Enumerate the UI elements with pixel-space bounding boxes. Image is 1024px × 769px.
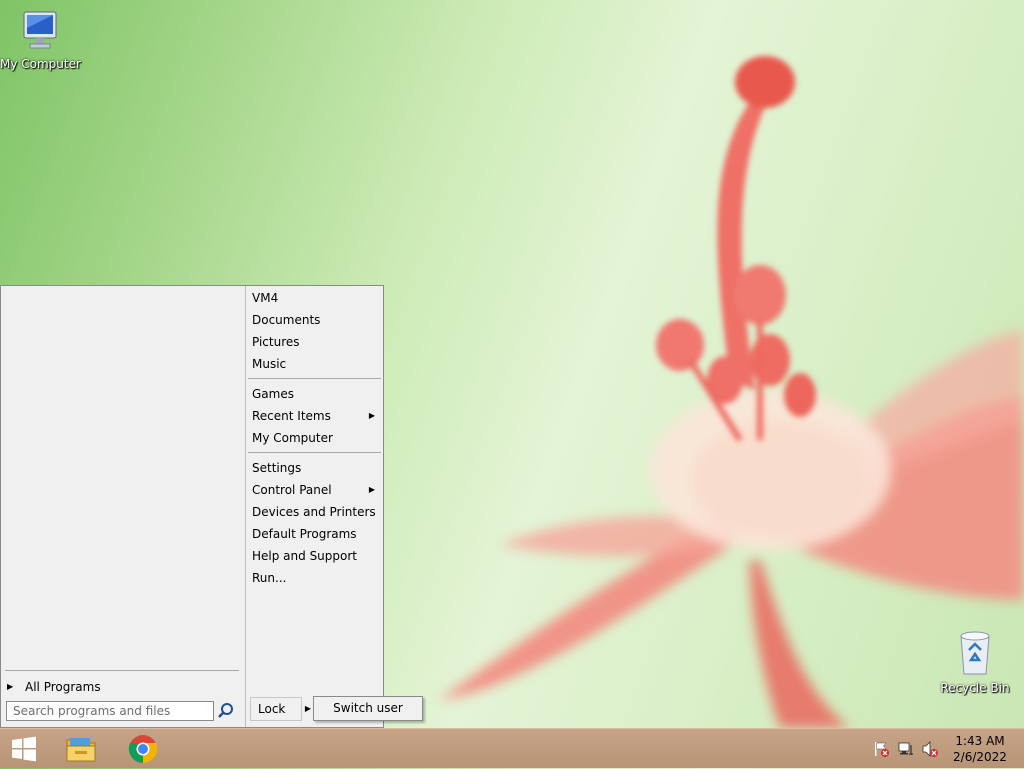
menu-item-label: Recent Items <box>252 409 331 423</box>
menu-item-label: VM4 <box>252 291 279 305</box>
start-menu-programs-pane: ▶ All Programs <box>1 286 246 727</box>
desktop-icon-recycle-bin[interactable]: Recycle Bin <box>935 630 1015 695</box>
taskbar: 1:43 AM 2/6/2022 <box>0 728 1024 768</box>
menu-item-help-and-support[interactable]: Help and Support <box>246 545 381 567</box>
submenu-arrow-icon: ▶ <box>368 411 375 420</box>
taskbar-clock[interactable]: 1:43 AM 2/6/2022 <box>936 733 1024 765</box>
divider <box>248 452 381 453</box>
menu-item-pictures[interactable]: Pictures <box>246 331 381 353</box>
desktop-icon-my-computer[interactable]: My Computer <box>0 8 81 71</box>
recycle-bin-icon <box>960 631 990 675</box>
switch-user-button[interactable]: Switch user <box>313 696 423 721</box>
menu-item-label: Documents <box>252 313 321 327</box>
menu-item-my-computer[interactable]: My Computer <box>246 427 381 449</box>
start-menu-places-pane: VM4 Documents Pictures Music Games Recen… <box>246 286 383 727</box>
network-icon[interactable] <box>895 729 917 769</box>
menu-item-recent-items[interactable]: Recent Items ▶ <box>246 405 381 427</box>
all-programs-item[interactable]: ▶ All Programs <box>5 676 239 698</box>
folder-icon <box>66 738 96 762</box>
triangle-right-icon: ▶ <box>304 704 312 713</box>
divider <box>5 670 239 671</box>
menu-item-label: Music <box>252 357 287 371</box>
windows-logo-icon <box>12 736 36 762</box>
lock-button[interactable]: Lock <box>250 697 302 721</box>
divider <box>248 378 381 379</box>
menu-item-label: Run... <box>252 571 287 585</box>
clock-time: 1:43 AM <box>955 734 1005 748</box>
start-menu: ▶ All Programs VM4 Documents Pictures Mu… <box>0 285 384 728</box>
menu-item-label: Games <box>252 387 294 401</box>
menu-item-settings[interactable]: Settings <box>246 457 381 479</box>
search-icon <box>218 703 233 718</box>
monitor-icon <box>23 11 57 49</box>
menu-item-vm4[interactable]: VM4 <box>246 287 381 309</box>
menu-item-label: Devices and Printers <box>252 505 376 519</box>
menu-item-label: Pictures <box>252 335 300 349</box>
menu-item-run[interactable]: Run... <box>246 567 381 589</box>
desktop-icon-label: Recycle Bin <box>940 681 1010 695</box>
menu-item-label: My Computer <box>252 431 333 445</box>
chrome-button[interactable] <box>120 732 166 766</box>
menu-item-games[interactable]: Games <box>246 383 381 405</box>
menu-item-control-panel[interactable]: Control Panel ▶ <box>246 479 381 501</box>
desktop-icon-label: My Computer <box>0 57 81 71</box>
all-programs-label: All Programs <box>25 680 101 694</box>
menu-item-music[interactable]: Music <box>246 353 381 375</box>
triangle-right-icon: ▶ <box>7 682 14 691</box>
chrome-icon <box>128 735 158 763</box>
menu-item-label: Default Programs <box>252 527 357 541</box>
file-explorer-button[interactable] <box>58 732 104 766</box>
submenu-arrow-icon: ▶ <box>368 485 375 494</box>
clock-date: 2/6/2022 <box>953 750 1007 764</box>
action-center-flag-icon[interactable] <box>870 729 892 769</box>
menu-item-label: Settings <box>252 461 302 475</box>
search-input[interactable] <box>6 701 214 721</box>
start-button[interactable] <box>1 732 47 766</box>
menu-item-label: Help and Support <box>252 549 357 563</box>
menu-item-documents[interactable]: Documents <box>246 309 381 331</box>
menu-item-devices-and-printers[interactable]: Devices and Printers <box>246 501 381 523</box>
menu-item-default-programs[interactable]: Default Programs <box>246 523 381 545</box>
search-button[interactable] <box>217 702 237 722</box>
menu-item-label: Control Panel <box>252 483 332 497</box>
